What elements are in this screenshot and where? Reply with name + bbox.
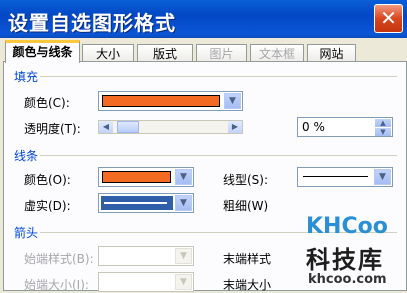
chevron-down-icon[interactable]: ▼ [374,169,391,185]
arrows-section-title: 箭头 [14,226,39,240]
transparency-input[interactable]: 0 % ▲ ▼ [297,117,393,137]
fill-color-label: 颜色(C): [24,96,70,110]
tab-textbox: 文本框 [250,44,304,62]
end-style-label: 末端样式 [223,252,272,266]
weight-label: 粗细(W) [223,199,269,213]
line-style-preview [303,176,368,177]
dash-dropdown[interactable]: ▼ [98,193,194,213]
tab-strip: 颜色与线条 大小 版式 图片 文本框 网站 [0,40,407,63]
line-style-dropdown[interactable]: ▼ [297,167,393,187]
tab-web[interactable]: 网站 [307,44,356,62]
begin-style-label: 始端样式(B): [24,252,94,266]
chevron-down-icon: ▼ [175,248,192,264]
watermark-text: 科技库 [306,246,384,274]
transparency-value: 0 % [302,120,325,134]
divider [40,155,397,156]
watermark: KHCoo 科技库 khcoo.com [306,214,407,291]
fill-color-dropdown[interactable]: ▼ [98,91,243,111]
line-color-swatch [102,171,171,183]
begin-size-label: 始端大小(I): [24,278,89,292]
tab-colors-lines[interactable]: 颜色与线条 [5,40,80,63]
watermark-url: khcoo.com [308,272,387,287]
end-size-label: 末端大小 [223,278,272,292]
line-color-dropdown[interactable]: ▼ [98,167,194,187]
watermark-brand: KHCoo [306,214,388,239]
fill-color-swatch [102,95,220,107]
transparency-slider[interactable]: ◀ ▶ [98,120,243,134]
tab-picture: 图片 [196,44,247,62]
slider-thumb[interactable] [117,121,139,133]
tab-layout[interactable]: 版式 [137,44,193,62]
spin-up-icon[interactable]: ▲ [375,119,391,127]
title-bar[interactable]: 设置自选图形格式 ✕ [0,0,407,38]
line-style-label: 线型(S): [223,173,269,187]
chevron-down-icon[interactable]: ▼ [175,195,192,211]
slider-left-icon[interactable]: ◀ [99,121,113,133]
close-button[interactable]: ✕ [374,4,403,33]
chevron-down-icon[interactable]: ▼ [175,169,192,185]
fill-section-title: 填充 [14,70,39,84]
transparency-label: 透明度(T): [24,122,81,136]
chevron-down-icon[interactable]: ▼ [224,93,241,109]
dash-preview [104,202,167,204]
dash-label: 虚实(D): [24,199,71,213]
line-color-label: 颜色(O): [24,173,71,187]
divider [40,76,397,77]
tab-size[interactable]: 大小 [82,44,134,62]
close-icon: ✕ [380,6,397,30]
begin-size-dropdown: ▼ [98,272,194,292]
dialog-title: 设置自选图形格式 [8,11,176,35]
begin-style-dropdown: ▼ [98,246,194,266]
slider-right-icon[interactable]: ▶ [228,121,242,133]
spin-down-icon[interactable]: ▼ [375,128,391,136]
chevron-down-icon: ▼ [175,274,192,290]
line-section-title: 线条 [14,149,39,163]
